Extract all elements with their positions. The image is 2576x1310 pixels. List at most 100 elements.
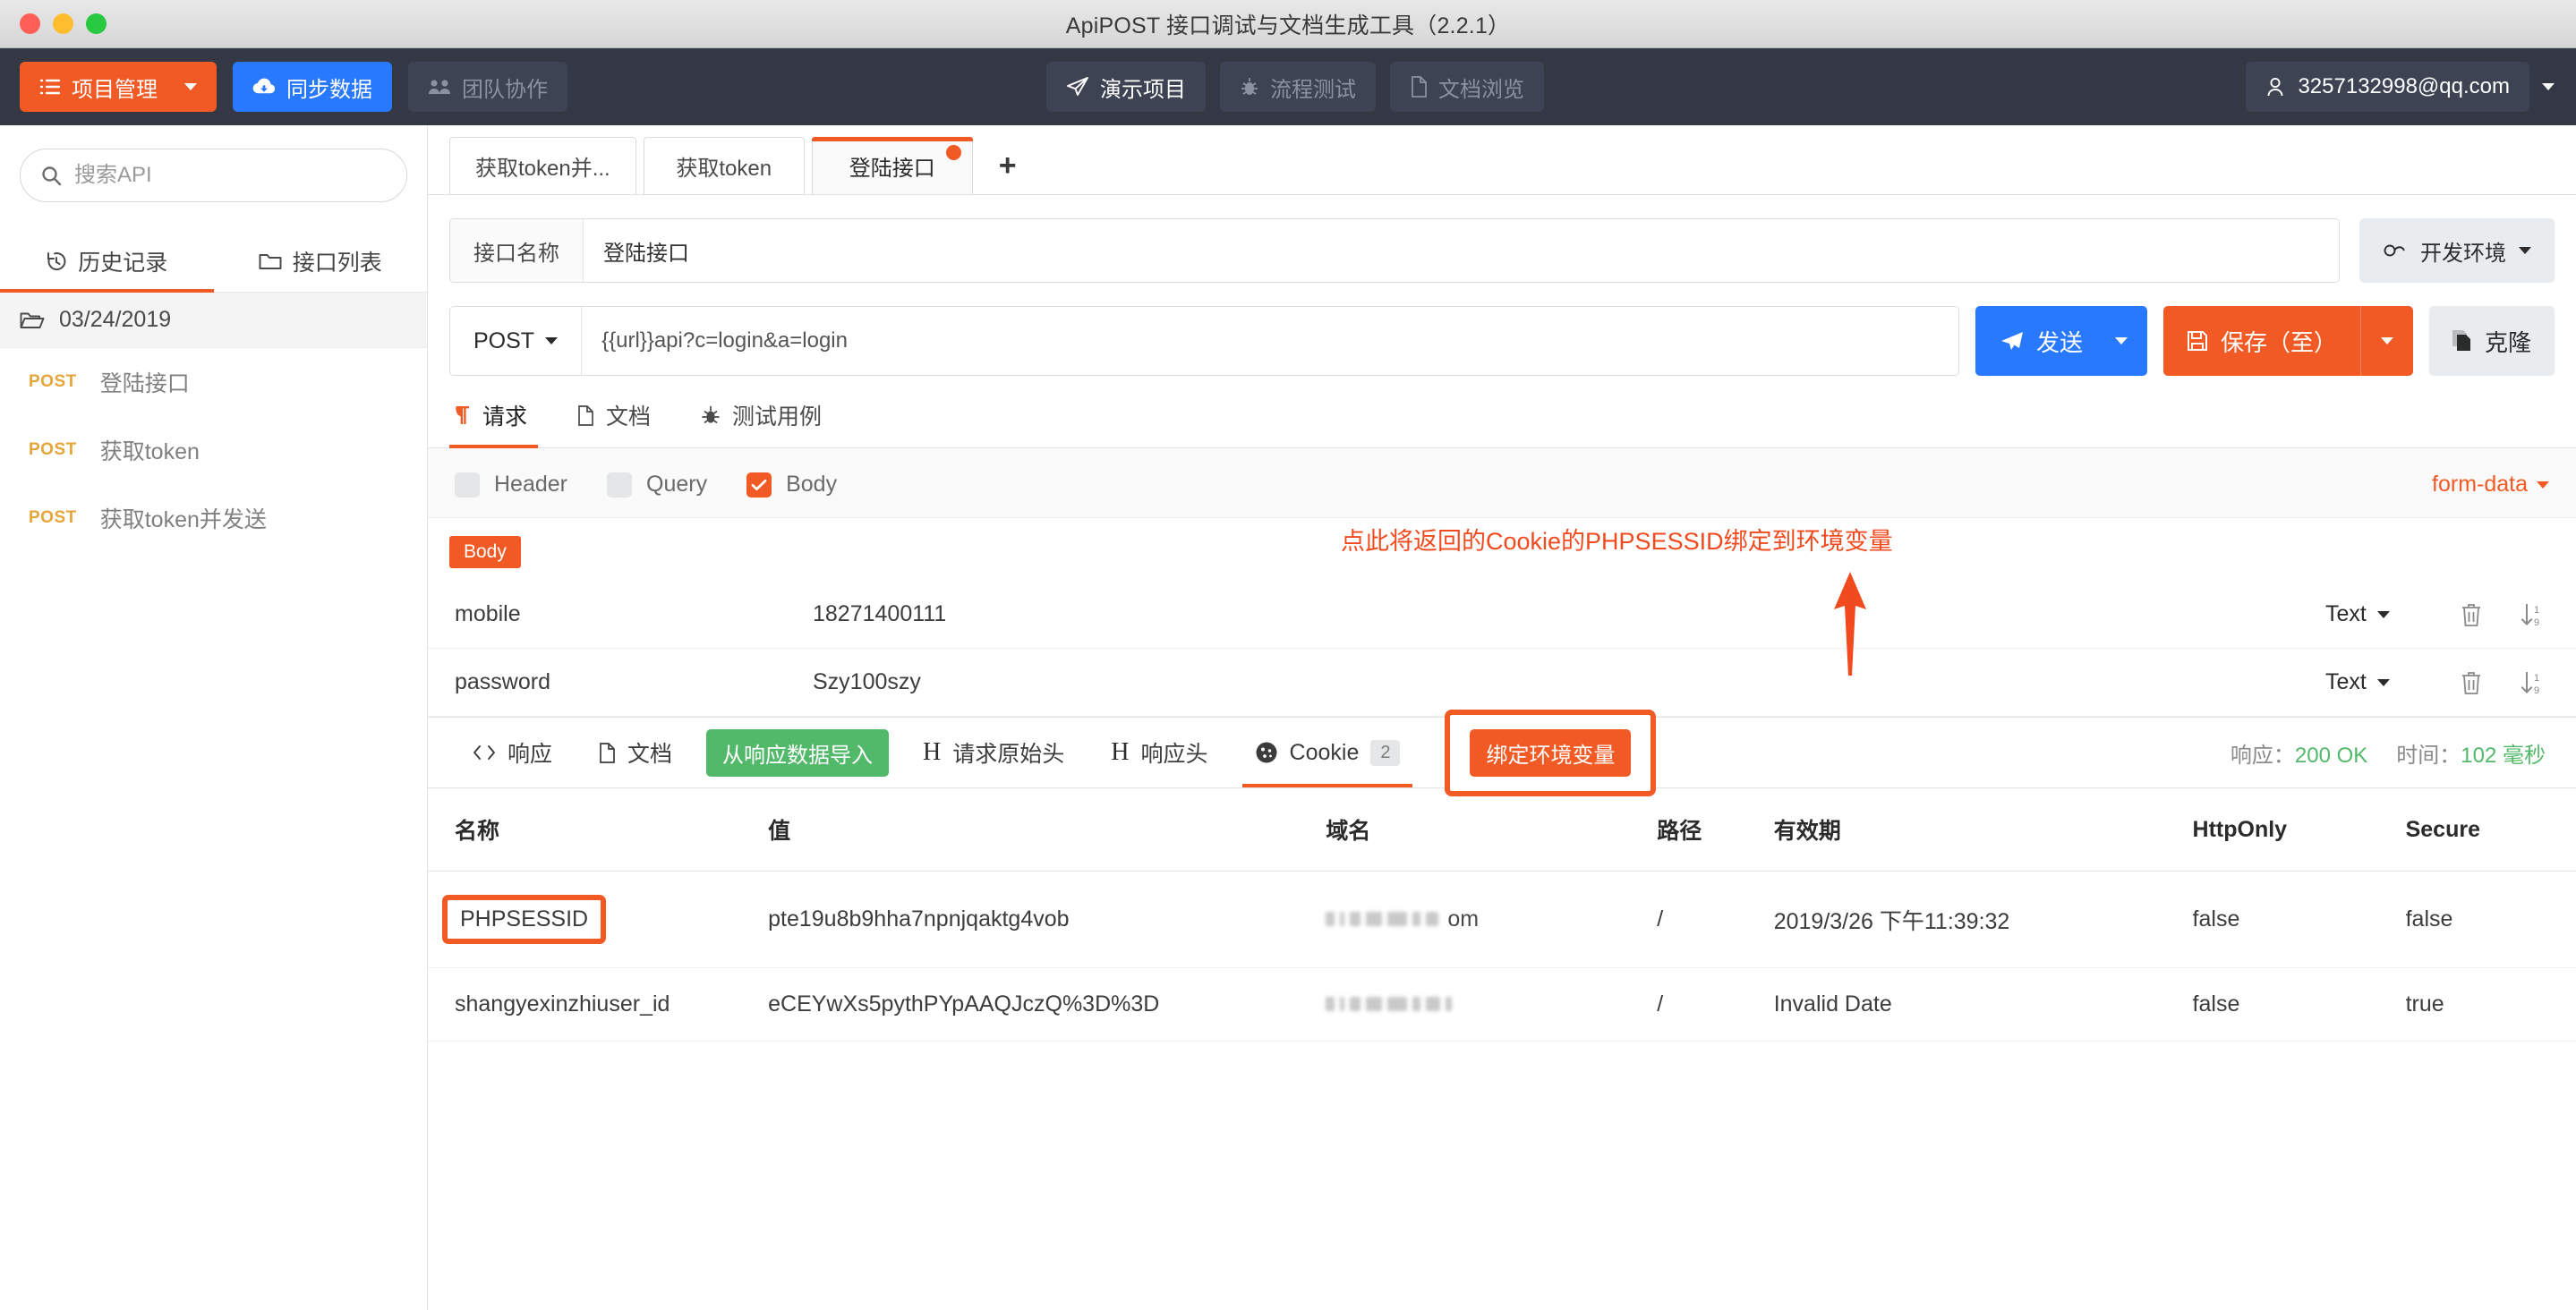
copy-icon (2452, 330, 2472, 352)
request-tab-2[interactable]: 登陆接口 (811, 137, 973, 194)
checkbox-header-label: Header (494, 472, 567, 497)
environment-selector[interactable]: 开发环境 (2359, 218, 2555, 283)
param-value[interactable]: Szy100szy (795, 669, 2325, 695)
team-collab-button[interactable]: 团队协作 (408, 62, 567, 112)
cookie-name-highlight: PHPSESSID (442, 895, 607, 944)
api-method-badge: POST (29, 440, 77, 459)
save-button[interactable]: 保存（至） (2162, 306, 2413, 376)
sort-descending-icon[interactable]: 1 9 (2519, 670, 2544, 695)
chevron-down-icon[interactable] (184, 83, 197, 90)
unsaved-dot-icon (945, 145, 961, 160)
url-input[interactable] (582, 307, 1958, 375)
history-folder-row[interactable]: 03/24/2019 (0, 293, 427, 348)
account-button[interactable]: 3257132998@qq.com (2246, 62, 2529, 112)
app-toolbar: 项目管理 同步数据 团队协作 演示项目 流程测试 文档浏览 3257132998… (0, 48, 2576, 125)
param-key[interactable]: password (455, 669, 759, 695)
param-type-value: Text (2325, 601, 2367, 626)
search-box[interactable] (20, 149, 407, 202)
account-email: 3257132998@qq.com (2298, 74, 2510, 98)
response-time-label: 时间： (2396, 743, 2461, 768)
tab-response-header-label: 响应头 (1140, 742, 1208, 767)
checkbox-header-box[interactable] (455, 472, 480, 498)
chevron-down-icon[interactable] (2376, 678, 2390, 686)
project-manage-button[interactable]: 项目管理 (20, 62, 217, 112)
import-from-response-button[interactable]: 从响应数据导入 (706, 728, 890, 777)
tab-response-doc[interactable]: 文档 (576, 718, 695, 787)
tab-response-header[interactable]: H 响应头 (1088, 718, 1231, 787)
api-name-field-wrap: 接口名称 (449, 218, 2340, 283)
param-value[interactable]: 18271400111 (795, 601, 2325, 627)
sidebar-tab-history[interactable]: 历史记录 (0, 231, 214, 293)
http-method-select[interactable]: POST (450, 307, 583, 375)
table-row[interactable]: shangyexinzhiuser_id eCEYwXs5pythPYpAAQJ… (428, 967, 2576, 1042)
send-plane-icon (2000, 330, 2024, 352)
account-area: 3257132998@qq.com (2246, 62, 2555, 112)
chevron-down-icon[interactable] (2537, 481, 2549, 489)
search-icon (40, 165, 62, 186)
param-type-select[interactable]: Text (2325, 669, 2460, 695)
tab-response[interactable]: 响应 (449, 718, 576, 787)
list-item[interactable]: POST 登陆接口 (0, 348, 427, 416)
svg-text:9: 9 (2534, 685, 2539, 695)
delete-row-icon[interactable] (2460, 670, 2483, 695)
request-tab-1[interactable]: 获取token (643, 137, 805, 194)
tab-request-raw-header[interactable]: H 请求原始头 (900, 718, 1088, 787)
demo-project-button[interactable]: 演示项目 (1046, 62, 1206, 112)
list-item[interactable]: POST 获取token (0, 416, 427, 484)
chevron-down-icon[interactable] (545, 337, 559, 345)
annotation-arrow-icon (1824, 570, 1878, 682)
sync-data-button[interactable]: 同步数据 (233, 62, 392, 112)
sort-descending-icon[interactable]: 1 9 (2519, 602, 2544, 627)
chevron-down-icon[interactable] (2376, 610, 2390, 618)
delete-row-icon[interactable] (2460, 602, 2483, 627)
list-item[interactable]: POST 获取token并发送 (0, 484, 427, 552)
request-tab-0[interactable]: 获取token并... (449, 137, 636, 194)
svg-text:9: 9 (2534, 617, 2539, 627)
send-button[interactable]: 发送 (1975, 306, 2147, 376)
cookie-path-cell: / (1657, 967, 1774, 1042)
sidebar-tab-apilist[interactable]: 接口列表 (214, 231, 428, 292)
chevron-down-icon[interactable] (2519, 247, 2531, 254)
checkbox-body-label: Body (786, 472, 838, 497)
paper-plane-icon (1066, 76, 1089, 98)
project-manage-label: 项目管理 (72, 77, 158, 102)
table-row[interactable]: PHPSESSID pte19u8b9hha7npnjqaktg4vob om … (428, 871, 2576, 968)
response-status: 响应：200 OK (2231, 737, 2367, 769)
checkbox-query-box[interactable] (607, 472, 632, 498)
cookie-httponly-cell: false (2192, 871, 2406, 968)
send-options-chevron-down-icon[interactable] (2108, 337, 2147, 345)
tab-cookie-label: Cookie (1289, 739, 1360, 765)
column-header-httponly: HttpOnly (2192, 788, 2406, 872)
url-field-wrap: POST (449, 306, 1959, 376)
table-row[interactable]: mobile 18271400111 Text 1 9 (428, 581, 2576, 649)
param-key[interactable]: mobile (455, 601, 759, 627)
param-type-select[interactable]: Text (2325, 601, 2460, 627)
checkbox-query[interactable]: Query (607, 472, 707, 498)
tab-cookie[interactable]: Cookie 2 (1232, 718, 1424, 787)
request-tab-label: 登陆接口 (849, 157, 935, 181)
bind-env-button[interactable]: 绑定环境变量 (1470, 728, 1632, 777)
tab-doc[interactable]: 文档 (552, 399, 676, 447)
folder-open-icon (20, 310, 45, 330)
tab-testcase[interactable]: 测试用例 (676, 399, 847, 447)
environment-label: 开发环境 (2420, 241, 2506, 266)
api-name-input[interactable] (584, 219, 2339, 282)
search-input[interactable] (74, 163, 387, 188)
account-chevron-down-icon[interactable] (2542, 83, 2555, 90)
cookie-secure-cell: true (2405, 967, 2576, 1042)
save-options-chevron-down-icon[interactable] (2359, 306, 2413, 376)
code-icon (473, 744, 496, 761)
api-name-field-label: 接口名称 (450, 219, 584, 282)
checkbox-body[interactable]: Body (746, 472, 837, 498)
flow-test-button[interactable]: 流程测试 (1220, 62, 1376, 112)
doc-browse-button[interactable]: 文档浏览 (1390, 62, 1544, 112)
tab-doc-label: 文档 (606, 404, 652, 430)
add-tab-button[interactable]: + (980, 137, 1036, 194)
checkbox-body-box[interactable] (746, 472, 772, 498)
checkbox-header[interactable]: Header (455, 472, 567, 498)
body-format-select[interactable]: form-data (2432, 472, 2549, 498)
clone-button[interactable]: 克隆 (2428, 306, 2555, 376)
tab-request[interactable]: 请求 (449, 399, 552, 448)
table-row[interactable]: password Szy100szy Text 1 9 (428, 649, 2576, 717)
body-badge: Body (449, 536, 521, 568)
